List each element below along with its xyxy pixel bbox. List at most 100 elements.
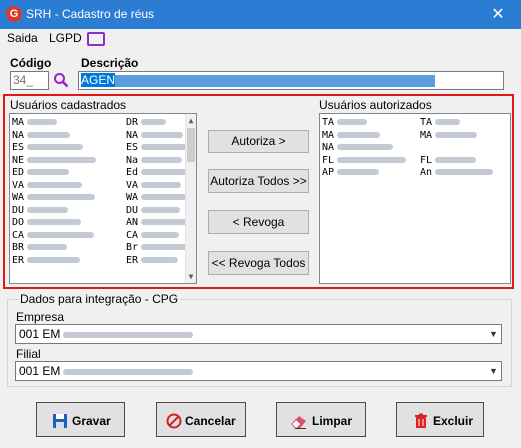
excluir-button[interactable]: Excluir <box>396 402 484 437</box>
autoriza-todos-button[interactable]: Autoriza Todos >> <box>208 169 309 193</box>
redacted-text <box>435 156 477 163</box>
list-item-name: VA <box>12 179 83 193</box>
revoga-button[interactable]: < Revoga <box>208 210 309 234</box>
list-item-detail-text: AN <box>126 217 139 228</box>
cancelar-button[interactable]: Cancelar <box>156 402 246 437</box>
app-logo-icon: G <box>6 6 22 22</box>
list-item[interactable] <box>10 267 196 280</box>
list-item[interactable]: NE Na <box>10 155 196 168</box>
redacted-text <box>27 206 69 213</box>
menu-bar: Saida LGPD <box>0 29 521 49</box>
scroll-down-icon[interactable]: ▼ <box>186 272 196 281</box>
list-item-name-text: NA <box>12 129 25 141</box>
redacted-text <box>27 119 58 125</box>
filial-select[interactable]: 001 EM ▼ <box>15 361 502 381</box>
redacted-text <box>27 156 97 163</box>
autoriza-button[interactable]: Autoriza > <box>208 130 309 153</box>
cancelar-label: Cancelar <box>185 414 236 428</box>
redacted-text <box>337 131 381 138</box>
list-item-detail: VA <box>126 179 182 193</box>
redacted-text <box>435 131 478 138</box>
list-item[interactable]: NA <box>320 142 510 155</box>
gravar-label: Gravar <box>72 414 111 428</box>
scroll-up-icon[interactable]: ▲ <box>186 116 196 125</box>
empresa-dropdown-icon[interactable]: ▼ <box>487 325 500 343</box>
redacted-text <box>141 231 180 238</box>
list-item-detail: FL <box>420 155 477 168</box>
list-item-detail-text: NA <box>126 129 139 141</box>
limpar-button[interactable]: Limpar <box>276 402 366 437</box>
list-item-name: NE <box>12 154 97 168</box>
list-item[interactable]: MA MA <box>320 130 510 143</box>
list-item-detail-text: CA <box>126 229 139 241</box>
redacted-text <box>27 169 70 175</box>
descricao-value: AGEN <box>81 73 116 87</box>
list-item-detail: An <box>420 167 494 180</box>
list-item-name-text: ES <box>12 142 25 153</box>
redacted-text <box>27 131 71 138</box>
redacted-text <box>141 156 183 163</box>
list-item[interactable]: FL FL <box>320 155 510 168</box>
list-item-name: AP <box>322 167 380 180</box>
list-item[interactable]: ES ES <box>10 142 196 155</box>
list-item-detail-text: DR <box>126 117 139 128</box>
list-item[interactable]: MA DR <box>10 117 196 130</box>
eraser-icon <box>291 416 306 429</box>
list-item-name-text: ER <box>12 254 25 266</box>
list-item-detail: ER <box>126 255 179 268</box>
filial-value: 001 EM <box>19 364 61 378</box>
list-item[interactable]: VA VA <box>10 180 196 193</box>
list-item-name: MA <box>322 130 381 143</box>
gravar-button[interactable]: Gravar <box>36 402 125 437</box>
list-item[interactable]: ER ER <box>10 255 196 268</box>
search-icon[interactable] <box>53 72 69 88</box>
filial-dropdown-icon[interactable]: ▼ <box>487 362 500 380</box>
redacted-text <box>27 244 68 250</box>
codigo-field[interactable]: 34_ <box>10 71 49 90</box>
list-item[interactable]: WA WA <box>10 192 196 205</box>
cadastrados-list[interactable]: MA DR NA NA ES ES NE Na ED Ed VA VA WA WA DU DU DO AN CA CA… <box>9 113 197 284</box>
list-item-detail-text: An <box>420 167 433 178</box>
list-item-name-text: FL <box>322 154 335 166</box>
list-item[interactable]: AP An <box>320 167 510 180</box>
revoga-todos-button[interactable]: << Revoga Todos <box>208 251 309 275</box>
list-item-name-text: WA <box>12 192 25 203</box>
list-item-detail-text: VA <box>126 179 139 191</box>
list-item-name-text: NE <box>12 154 25 166</box>
list-item-name: CA <box>12 230 95 243</box>
filial-label: Filial <box>16 347 41 361</box>
descricao-field[interactable]: AGEN <box>78 71 504 90</box>
list-item-name-text: DO <box>12 217 25 228</box>
list-item[interactable]: NA NA <box>10 130 196 143</box>
list-item-name-text: AP <box>322 167 335 178</box>
list-item-name: NA <box>12 129 71 143</box>
excluir-label: Excluir <box>433 414 474 428</box>
list-item-detail-text: Na <box>126 154 139 166</box>
empresa-value: 001 EM <box>19 327 61 341</box>
list-item-name: ED <box>12 167 70 180</box>
menu-saida[interactable]: Saida <box>7 31 38 45</box>
menu-lgpd[interactable]: LGPD <box>49 31 82 45</box>
autorizados-list[interactable]: TA TA MA MA NA FL FL AP An <box>319 113 511 284</box>
list-item-name: MA <box>12 117 58 130</box>
list-item-name: FL <box>322 154 407 168</box>
scroll-thumb[interactable] <box>187 128 195 162</box>
monitor-icon[interactable] <box>87 32 105 46</box>
list-item-name: DU <box>12 205 69 218</box>
list-item-name-text: VA <box>12 179 25 191</box>
redacted-text <box>141 119 167 125</box>
cadastrados-scrollbar[interactable]: ▲ ▼ <box>185 114 196 283</box>
list-item-name: TA <box>322 117 368 130</box>
close-window-button[interactable]: ✕ <box>475 0 521 29</box>
list-item[interactable]: CA CA <box>10 230 196 243</box>
codigo-label: Código <box>10 56 52 70</box>
list-item-name: DO <box>12 217 82 230</box>
empresa-select[interactable]: 001 EM ▼ <box>15 324 502 344</box>
list-item-detail: DR <box>126 117 167 130</box>
list-item[interactable]: DU DU <box>10 205 196 218</box>
list-item-name: WA <box>12 192 96 205</box>
list-item[interactable]: DO AN <box>10 217 196 230</box>
list-item[interactable]: BR Br <box>10 242 196 255</box>
list-item[interactable]: TA TA <box>320 117 510 130</box>
list-item[interactable]: ED Ed <box>10 167 196 180</box>
